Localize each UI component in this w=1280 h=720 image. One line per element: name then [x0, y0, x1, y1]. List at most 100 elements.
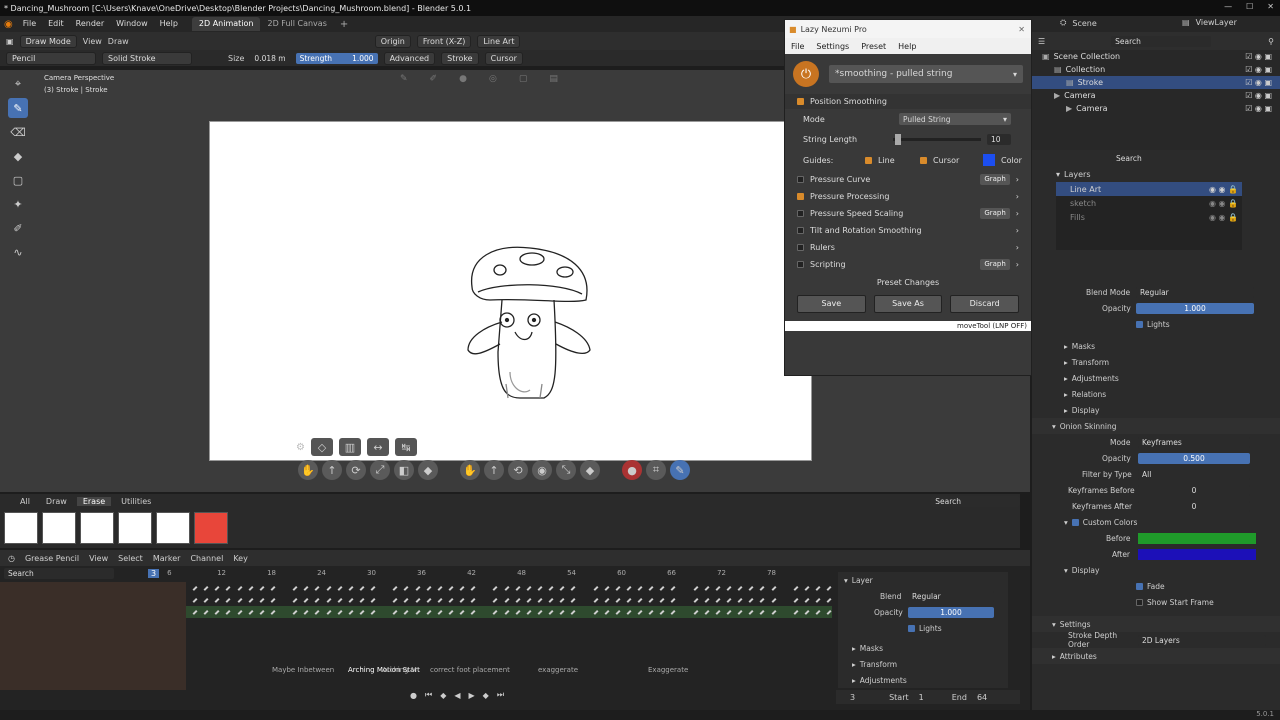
keyframe[interactable]	[426, 597, 432, 603]
brush-thumbnail[interactable]	[156, 512, 190, 544]
properties-search[interactable]: Search	[1112, 152, 1232, 164]
keyframe[interactable]	[526, 585, 532, 591]
sphere-icon[interactable]: ◎	[489, 74, 497, 84]
keyframe[interactable]	[615, 597, 621, 603]
tint-tool-icon[interactable]: ✦	[8, 194, 28, 214]
sidebar-section-masks[interactable]: ▸ Masks	[838, 640, 1008, 656]
keyframe[interactable]	[537, 585, 543, 591]
dopesheet-menu-marker[interactable]: Marker	[153, 554, 181, 563]
guide-cursor-checkbox[interactable]	[920, 156, 927, 164]
keyframes-after-field[interactable]: 0	[1138, 500, 1250, 512]
menu-window[interactable]: Window	[110, 16, 154, 32]
keyframe[interactable]	[337, 597, 343, 603]
widget-2-icon[interactable]: ▥	[338, 438, 361, 456]
keyframe[interactable]	[615, 609, 621, 615]
keyframe[interactable]	[337, 585, 343, 591]
lnp-option-row[interactable]: Pressure Speed Scaling Graph ›	[785, 205, 1031, 222]
keyframe-icon[interactable]: ◆	[580, 460, 600, 480]
outliner-item[interactable]: ▣ Scene Collection ☑ ◉ ▣	[1032, 50, 1280, 63]
keyframe[interactable]	[359, 609, 365, 615]
keyframe[interactable]	[392, 585, 398, 591]
string-length-field[interactable]: 10	[987, 133, 1011, 145]
keyframe[interactable]	[292, 609, 298, 615]
brush-thumbnail[interactable]	[4, 512, 38, 544]
mode-dropdown[interactable]: Pulled String ▾	[899, 113, 1011, 125]
keyframe[interactable]	[470, 609, 476, 615]
keyframe[interactable]	[793, 585, 799, 591]
jump-end-icon[interactable]: ⏭	[497, 690, 504, 700]
keyframe[interactable]	[314, 609, 320, 615]
keyframe[interactable]	[548, 597, 554, 603]
asset-tab-utilities[interactable]: Utilities	[115, 497, 157, 506]
keyframe[interactable]	[715, 597, 721, 603]
keyframe[interactable]	[659, 585, 665, 591]
play-icon[interactable]: ▶	[469, 691, 475, 700]
keyframe[interactable]	[815, 609, 821, 615]
chevron-right-icon[interactable]: ›	[1016, 175, 1019, 184]
dopesheet-menu-key[interactable]: Key	[233, 554, 248, 563]
brush-icon[interactable]: ✎	[400, 74, 408, 84]
save-as-button[interactable]: Save As	[873, 295, 943, 313]
frame-icon[interactable]: ⤡	[556, 460, 576, 480]
draw-tool-icon[interactable]: ✎	[8, 98, 28, 118]
rotate-icon[interactable]: ⟳	[346, 460, 366, 480]
eyedropper-icon[interactable]: ✐	[8, 218, 28, 238]
keyframe[interactable]	[303, 585, 309, 591]
keyframe[interactable]	[370, 609, 376, 615]
layer-item-fills[interactable]: Fills ◉ ◉ 🔒	[1056, 210, 1242, 224]
keyframe[interactable]	[726, 609, 732, 615]
keyframe[interactable]	[793, 597, 799, 603]
flip-icon[interactable]: ◧	[394, 460, 414, 480]
keyframe[interactable]	[448, 585, 454, 591]
keyframe[interactable]	[415, 585, 421, 591]
chevron-right-icon[interactable]: ›	[1016, 226, 1019, 235]
layer-visibility-icon[interactable]: ◉ ◉ 🔒	[1209, 185, 1242, 194]
keyframe[interactable]	[192, 597, 198, 603]
keyframe[interactable]	[804, 597, 810, 603]
tab-2d-animation[interactable]: 2D Animation	[191, 17, 261, 31]
stroke-dropdown[interactable]: Stroke	[441, 51, 479, 65]
after-color-swatch[interactable]	[1138, 548, 1256, 560]
grid-icon[interactable]: ▤	[549, 74, 558, 84]
opacity-slider[interactable]: 1.000	[1136, 302, 1254, 314]
string-length-slider[interactable]	[893, 133, 981, 145]
keyframe[interactable]	[648, 585, 654, 591]
option-checkbox[interactable]	[797, 244, 804, 251]
graph-button[interactable]: Graph	[980, 174, 1010, 185]
advanced-dropdown[interactable]: Advanced	[383, 51, 436, 65]
timeline-marker[interactable]: Exaggerate	[648, 666, 688, 674]
keyframe[interactable]	[248, 597, 254, 603]
key-icon[interactable]: ◆	[418, 460, 438, 480]
asset-tab-all[interactable]: All	[14, 497, 36, 506]
chevron-right-icon[interactable]: ›	[1016, 243, 1019, 252]
keyframe[interactable]	[314, 597, 320, 603]
keyframe[interactable]	[771, 609, 777, 615]
menu-view[interactable]: View	[83, 37, 102, 46]
keyframe[interactable]	[815, 585, 821, 591]
keyframe[interactable]	[515, 597, 521, 603]
keyframe[interactable]	[670, 585, 676, 591]
dopesheet-menu-channel[interactable]: Channel	[190, 554, 223, 563]
dopesheet-mode-dropdown[interactable]: Grease Pencil	[25, 554, 79, 563]
keyframe[interactable]	[303, 597, 309, 603]
keyframe[interactable]	[548, 585, 554, 591]
chevron-right-icon[interactable]: ›	[1016, 192, 1019, 201]
graph-button[interactable]: Graph	[980, 208, 1010, 219]
keyframe[interactable]	[259, 609, 265, 615]
keyframe[interactable]	[437, 585, 443, 591]
keyframe[interactable]	[693, 585, 699, 591]
keyframe[interactable]	[214, 597, 220, 603]
keyframe[interactable]	[192, 609, 198, 615]
show-start-checkbox[interactable]	[1136, 598, 1143, 606]
square-icon[interactable]: ▢	[519, 74, 528, 84]
keyframe[interactable]	[437, 597, 443, 603]
chevron-right-icon[interactable]: ›	[1016, 209, 1019, 218]
blender-logo-icon[interactable]: ◉	[0, 19, 17, 30]
editor-type-icon[interactable]: ◷	[8, 554, 15, 563]
outliner-item[interactable]: ▶ Camera ☑ ◉ ▣	[1032, 89, 1280, 102]
keyframe[interactable]	[570, 609, 576, 615]
visibility-icon[interactable]: ☑ ◉ ▣	[1245, 65, 1280, 74]
asset-tab-draw[interactable]: Draw	[40, 497, 73, 506]
keyframe[interactable]	[392, 597, 398, 603]
onion-skinning-header[interactable]: ▾ Onion Skinning	[1032, 418, 1280, 434]
